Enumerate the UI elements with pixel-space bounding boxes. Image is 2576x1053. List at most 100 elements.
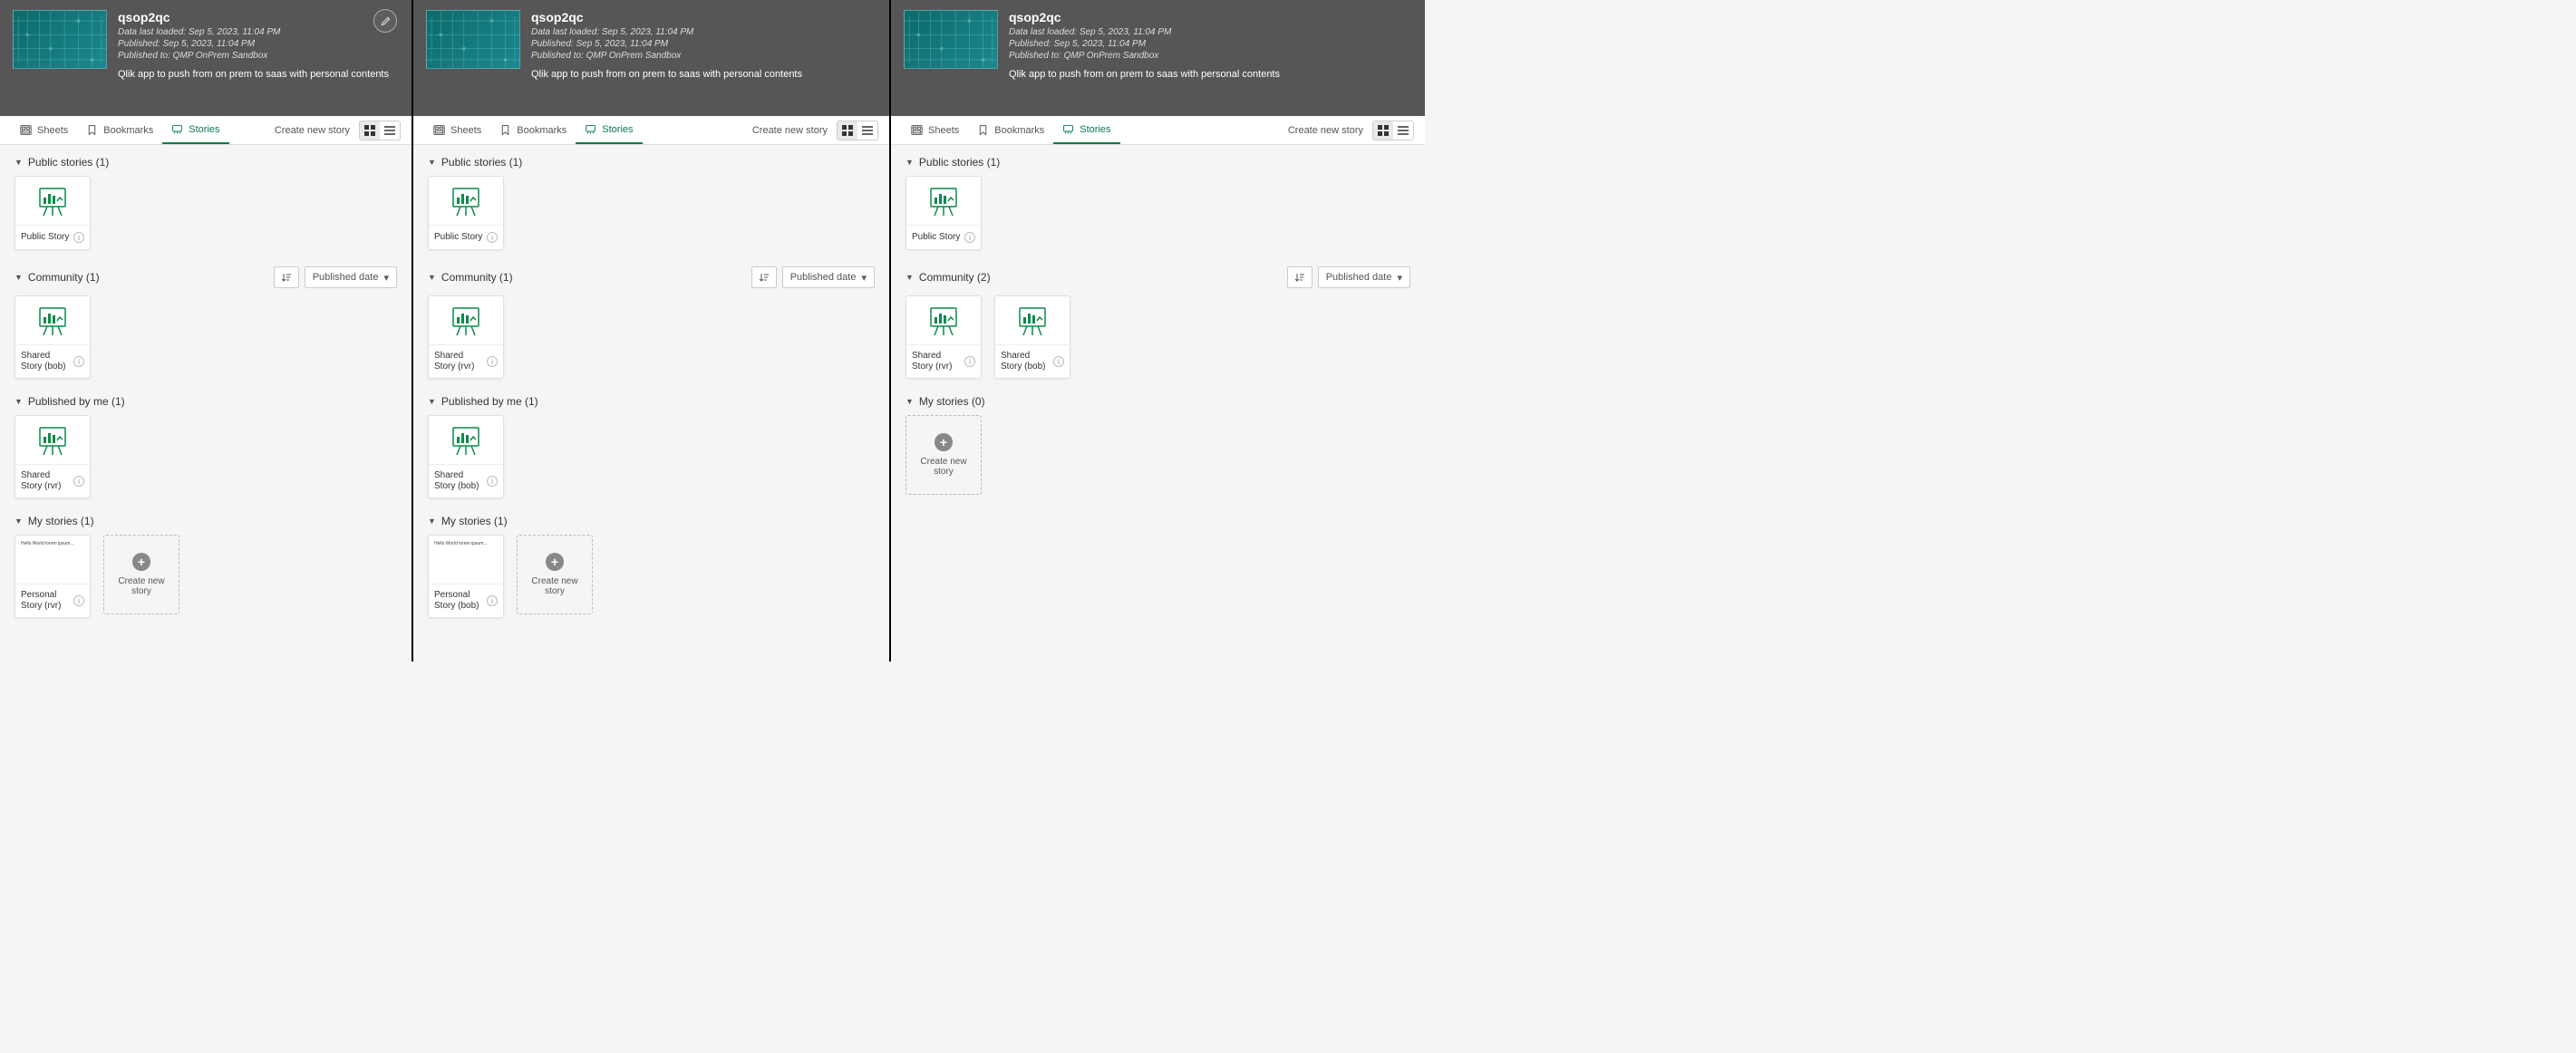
sort-field-dropdown[interactable]: Published date▾: [1318, 266, 1410, 288]
section-title: Community (1): [28, 271, 100, 284]
story-section: ▼ Community (1) Published date▾ Shared Sto…: [15, 266, 397, 379]
sort-button[interactable]: [751, 266, 777, 288]
app-meta: qsop2qcData last loaded: Sep 5, 2023, 11…: [118, 10, 399, 80]
sort-field-dropdown[interactable]: Published date▾: [782, 266, 875, 288]
collapse-icon: ▼: [428, 273, 436, 282]
story-card[interactable]: Public Storyi: [15, 176, 91, 250]
section-title: My stories (0): [919, 395, 985, 408]
story-section: ▼My stories (0) +Create new story: [905, 395, 1410, 495]
list-view-button[interactable]: [857, 121, 877, 140]
tab-bookmarks[interactable]: Bookmarks: [77, 116, 162, 144]
grid-view-button[interactable]: [1373, 121, 1393, 140]
grid-view-button[interactable]: [838, 121, 857, 140]
tab-bar: SheetsBookmarksStories Create new story: [0, 116, 412, 145]
sort-button[interactable]: [274, 266, 299, 288]
story-label: Public Story: [434, 232, 482, 243]
story-card[interactable]: Shared Story (bob)i: [428, 415, 504, 498]
section-header[interactable]: ▼My stories (1): [15, 515, 397, 527]
create-story-card[interactable]: + Create new story: [103, 535, 179, 614]
info-icon[interactable]: i: [73, 476, 84, 487]
card-row: Shared Story (rvr)i: [428, 295, 875, 379]
card-row: Shared Story (rvr)i: [15, 415, 397, 498]
collapse-icon: ▼: [15, 273, 23, 282]
tab-sheets[interactable]: Sheets: [424, 116, 490, 144]
tab-bar: SheetsBookmarksStories Create new story: [891, 116, 1425, 145]
info-icon[interactable]: i: [487, 476, 498, 487]
collapse-icon: ▼: [428, 517, 436, 526]
info-icon[interactable]: i: [1053, 356, 1064, 367]
story-card[interactable]: Hello World lorem ipsum...Personal Story…: [428, 535, 504, 618]
story-card[interactable]: Hello World lorem ipsum...Personal Story…: [15, 535, 91, 618]
tab-sheets[interactable]: Sheets: [11, 116, 77, 144]
section-controls: Published date▾: [274, 266, 397, 288]
info-icon[interactable]: i: [487, 232, 498, 243]
tab-bookmarks[interactable]: Bookmarks: [490, 116, 576, 144]
card-footer: Public Story i: [906, 226, 981, 249]
section-header[interactable]: ▼Public stories (1): [428, 156, 875, 169]
list-view-button[interactable]: [380, 121, 400, 140]
create-story-link[interactable]: Create new story: [1288, 125, 1363, 136]
story-card[interactable]: Shared Story (rvr)i: [15, 415, 91, 498]
app-header: qsop2qcData last loaded: Sep 5, 2023, 11…: [0, 0, 412, 116]
create-story-card[interactable]: +Create new story: [517, 535, 593, 614]
published: Published: Sep 5, 2023, 11:04 PM: [118, 38, 399, 50]
section-title: My stories (1): [441, 515, 508, 527]
create-story-link[interactable]: Create new story: [752, 125, 828, 136]
sort-field-dropdown[interactable]: Published date▾: [305, 266, 397, 288]
app-thumbnail: [13, 10, 107, 69]
info-icon[interactable]: i: [964, 232, 975, 243]
info-icon[interactable]: i: [73, 595, 84, 606]
edit-icon[interactable]: [373, 9, 397, 33]
info-icon[interactable]: i: [487, 595, 498, 606]
section-header[interactable]: ▼Community (2)Published date▾: [905, 266, 1410, 288]
plus-icon: +: [546, 553, 564, 571]
sort-field-label: Published date: [313, 272, 379, 283]
section-header[interactable]: ▼Published by me (1): [428, 395, 875, 408]
story-card[interactable]: Public Story i: [905, 176, 982, 250]
section-header[interactable]: ▼Public stories (1): [15, 156, 397, 169]
grid-view-button[interactable]: [360, 121, 380, 140]
app-description: Qlik app to push from on prem to saas wi…: [531, 69, 876, 80]
tab-stories[interactable]: Stories: [576, 116, 642, 144]
story-label: Public Story: [912, 232, 960, 243]
story-card[interactable]: Shared Story (bob)i: [994, 295, 1070, 379]
section-header[interactable]: ▼Published by me (1): [15, 395, 397, 408]
tab-stories[interactable]: Stories: [1053, 116, 1119, 144]
stories-icon: [585, 123, 596, 135]
section-header[interactable]: ▼My stories (0): [905, 395, 1410, 408]
info-icon[interactable]: i: [487, 356, 498, 367]
plus-icon: +: [132, 553, 150, 571]
app-header: qsop2qcData last loaded: Sep 5, 2023, 11…: [891, 0, 1425, 116]
info-icon[interactable]: i: [964, 356, 975, 367]
section-header[interactable]: ▼Public stories (1): [905, 156, 1410, 169]
create-story-card[interactable]: +Create new story: [905, 415, 982, 495]
app-panel: qsop2qcData last loaded: Sep 5, 2023, 11…: [0, 0, 413, 662]
tab-label: Stories: [602, 124, 633, 135]
list-view-button[interactable]: [1393, 121, 1413, 140]
info-icon[interactable]: i: [73, 232, 84, 243]
tab-stories[interactable]: Stories: [162, 116, 228, 144]
card-footer: Public Storyi: [15, 226, 90, 249]
story-label: Personal Story (bob): [434, 590, 483, 612]
story-card[interactable]: Public Story i: [428, 176, 504, 250]
create-story-link[interactable]: Create new story: [275, 125, 350, 136]
story-card[interactable]: Shared Story (rvr)i: [905, 295, 982, 379]
tab-bookmarks[interactable]: Bookmarks: [968, 116, 1053, 144]
section-header[interactable]: ▼Community (1)Published date▾: [428, 266, 875, 288]
sort-button[interactable]: [1287, 266, 1312, 288]
tab-sheets[interactable]: Sheets: [902, 116, 968, 144]
app-thumbnail: [904, 10, 998, 69]
story-thumbnail: [15, 177, 90, 226]
info-icon[interactable]: i: [73, 356, 84, 367]
create-card-label: Create new story: [111, 576, 171, 596]
card-row: Hello World lorem ipsum...Personal Story…: [428, 535, 875, 618]
section-header[interactable]: ▼ Community (1) Published date▾: [15, 266, 397, 288]
card-footer: Personal Story (bob) i: [429, 584, 503, 617]
app-panel: qsop2qcData last loaded: Sep 5, 2023, 11…: [891, 0, 1425, 662]
data-loaded: Data last loaded: Sep 5, 2023, 11:04 PM: [1009, 26, 1412, 38]
story-label: Shared Story (bob): [1001, 351, 1050, 372]
story-card[interactable]: Shared Story (rvr)i: [428, 295, 504, 379]
tab-label: Sheets: [450, 125, 481, 136]
section-header[interactable]: ▼ My stories (1): [428, 515, 875, 527]
story-card[interactable]: Shared Story (bob)i: [15, 295, 91, 379]
